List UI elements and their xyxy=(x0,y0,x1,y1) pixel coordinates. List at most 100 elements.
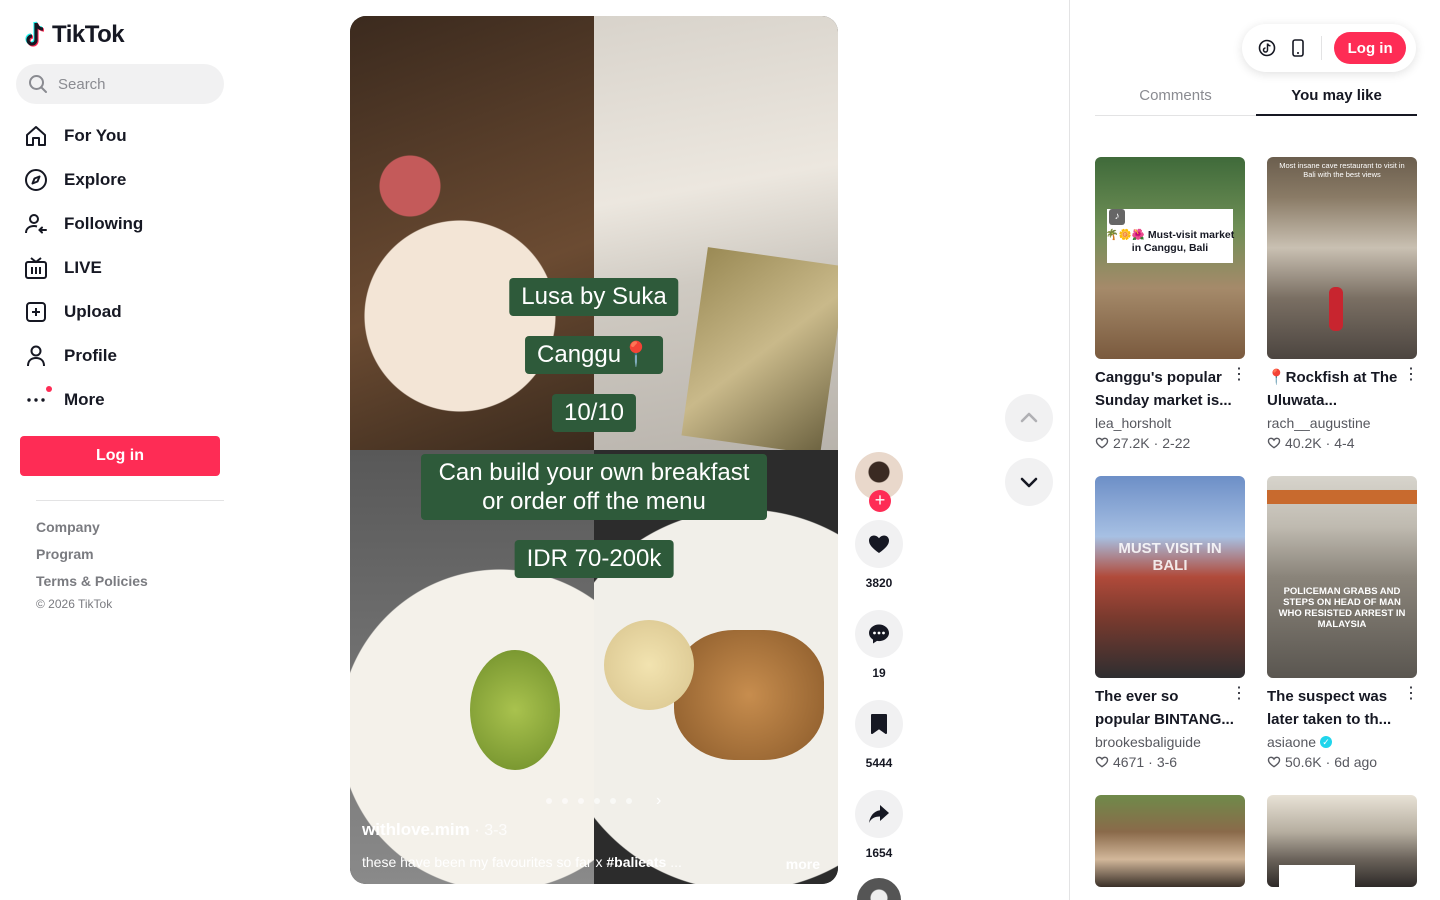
card-likes: 4671 xyxy=(1113,754,1145,770)
like-button[interactable] xyxy=(855,520,903,568)
card-menu-icon[interactable]: ⋮ xyxy=(1231,686,1247,702)
footer-links: Company Program Terms & Policies xyxy=(36,518,148,599)
separator-dot: · xyxy=(1325,754,1331,770)
left-sidebar: TikTok For You Explore Following LIVE Up… xyxy=(0,0,240,900)
compass-icon xyxy=(24,168,48,192)
share-icon xyxy=(869,805,889,823)
card-author-name[interactable]: lea_horsholt xyxy=(1095,413,1171,433)
card-author-name[interactable]: brookesbaliguide xyxy=(1095,732,1201,752)
share-action[interactable]: 1654 xyxy=(855,790,903,860)
video-author[interactable]: withlove.mim · 3-3 xyxy=(362,820,507,840)
tiktok-logo[interactable]: TikTok xyxy=(24,20,125,50)
top-actions: Log in xyxy=(1242,24,1416,72)
comment-action[interactable]: 19 xyxy=(855,610,903,680)
card-menu-icon[interactable]: ⋮ xyxy=(1231,367,1247,383)
chevron-down-icon xyxy=(1020,477,1038,488)
thumbnail-overlay-text: POLICEMAN GRABS AND STEPS ON HEAD OF MAN… xyxy=(1278,586,1406,630)
like-action[interactable]: 3820 xyxy=(855,520,903,590)
card-stats: 27.2K · 2-22 xyxy=(1095,433,1245,453)
nav-item-explore[interactable]: Explore xyxy=(20,158,230,202)
caption-hashtag[interactable]: #balieats xyxy=(606,854,666,870)
heart-outline-icon xyxy=(1267,437,1281,449)
save-button[interactable] xyxy=(855,700,903,748)
recommended-card[interactable]: MUST VISIT IN BALI The ever so popular B… xyxy=(1095,476,1247,772)
share-button[interactable] xyxy=(855,790,903,838)
carousel-dot[interactable] xyxy=(546,798,552,804)
card-thumbnail[interactable]: POLICEMAN GRABS AND STEPS ON HEAD OF MAN… xyxy=(1267,476,1417,678)
brand-name: TikTok xyxy=(52,21,125,48)
nav-item-profile[interactable]: Profile xyxy=(20,334,230,378)
card-author-name[interactable]: rach__augustine xyxy=(1267,413,1371,433)
card-title[interactable]: The ever so popular BINTANG... xyxy=(1095,685,1235,731)
card-menu-icon[interactable]: ⋮ xyxy=(1403,367,1419,383)
previous-video-button[interactable] xyxy=(1005,394,1053,442)
nav-item-upload[interactable]: Upload xyxy=(20,290,230,334)
nav-label: More xyxy=(64,390,105,409)
save-action[interactable]: 5444 xyxy=(855,700,903,770)
nav-item-following[interactable]: Following xyxy=(20,202,230,246)
heart-outline-icon xyxy=(1267,756,1281,768)
card-title[interactable]: Canggu's popular Sunday market is... xyxy=(1095,366,1235,412)
card-stats: 50.6K · 6d ago xyxy=(1267,752,1417,772)
sidebar-login-button[interactable]: Log in xyxy=(20,436,220,476)
overlay-restaurant-name: Lusa by Suka xyxy=(509,278,679,316)
video-photo-menu-table xyxy=(594,16,838,450)
mobile-app-icon[interactable] xyxy=(1287,36,1310,60)
post-date-value: 3-3 xyxy=(484,822,508,839)
card-title[interactable]: The suspect was later taken to th... xyxy=(1267,685,1407,731)
card-author[interactable]: asiaone ✓ xyxy=(1267,732,1417,752)
card-author[interactable]: brookesbaliguide xyxy=(1095,732,1245,752)
upload-icon xyxy=(24,300,48,324)
footer-link-terms[interactable]: Terms & Policies xyxy=(36,572,148,599)
card-thumbnail[interactable]: Most insane cave restaurant to visit in … xyxy=(1267,157,1417,359)
nav-label: LIVE xyxy=(64,258,102,277)
tab-comments[interactable]: Comments xyxy=(1095,76,1256,115)
card-menu-icon[interactable]: ⋮ xyxy=(1403,686,1419,702)
carousel-dot[interactable] xyxy=(578,798,584,804)
card-thumbnail[interactable]: MUST VISIT IN BALI xyxy=(1095,476,1245,678)
music-disc-avatar[interactable] xyxy=(857,878,901,900)
card-thumbnail[interactable] xyxy=(1267,795,1417,887)
nav-item-for-you[interactable]: For You xyxy=(20,114,230,158)
carousel-next-icon[interactable]: › xyxy=(656,792,661,810)
card-date: 6d ago xyxy=(1334,754,1378,770)
carousel-dot[interactable] xyxy=(610,798,616,804)
search-input[interactable] xyxy=(58,75,208,93)
carousel-dot[interactable] xyxy=(626,798,632,804)
recommended-card[interactable]: Most insane cave restaurant to visit in … xyxy=(1267,157,1419,453)
recommended-card[interactable]: 🌴🌼🌺 Must-visit market in Canggu, Bali ♪ … xyxy=(1095,157,1247,453)
carousel-dot[interactable] xyxy=(562,798,568,804)
comment-button[interactable] xyxy=(855,610,903,658)
nav-item-more[interactable]: More xyxy=(20,378,230,422)
caption-more-button[interactable]: more xyxy=(786,856,820,872)
footer-link-program[interactable]: Program xyxy=(36,545,148,572)
tab-you-may-like[interactable]: You may like xyxy=(1256,76,1417,116)
verified-badge-icon: ✓ xyxy=(1320,736,1333,748)
card-thumbnail[interactable]: 🌴🌼🌺 Must-visit market in Canggu, Bali ♪ xyxy=(1095,157,1245,359)
carousel-dot[interactable] xyxy=(594,798,600,804)
card-author[interactable]: lea_horsholt xyxy=(1095,413,1245,433)
tiktok-studio-icon[interactable] xyxy=(1256,36,1279,60)
search-bar[interactable] xyxy=(16,64,224,104)
nav-label: Upload xyxy=(64,302,122,321)
card-title[interactable]: 📍Rockfish at The Uluwata... xyxy=(1267,366,1407,412)
author-name[interactable]: withlove.mim xyxy=(362,820,470,839)
recommended-card[interactable]: POLICEMAN GRABS AND STEPS ON HEAD OF MAN… xyxy=(1267,476,1419,772)
recommended-card[interactable] xyxy=(1095,795,1245,887)
video-player[interactable]: Lusa by Suka Canggu📍 10/10 Can build you… xyxy=(350,16,838,884)
card-author[interactable]: rach__augustine xyxy=(1267,413,1417,433)
card-author-name[interactable]: asiaone xyxy=(1267,732,1316,752)
carousel-indicator[interactable]: › xyxy=(546,792,661,810)
card-thumbnail[interactable] xyxy=(1095,795,1245,887)
nav-item-live[interactable]: LIVE xyxy=(20,246,230,290)
footer-link-company[interactable]: Company xyxy=(36,518,148,545)
top-login-button[interactable]: Log in xyxy=(1334,32,1406,64)
tiktok-badge-icon: ♪ xyxy=(1109,209,1125,225)
recommended-card[interactable] xyxy=(1267,795,1417,887)
copyright: © 2026 TikTok xyxy=(36,597,113,611)
action-bar: + 3820 19 5444 1654 xyxy=(855,452,903,900)
next-video-button[interactable] xyxy=(1005,458,1053,506)
nav-label: Explore xyxy=(64,170,127,189)
follow-plus-icon[interactable]: + xyxy=(869,490,891,512)
creator-avatar[interactable]: + xyxy=(855,452,903,512)
